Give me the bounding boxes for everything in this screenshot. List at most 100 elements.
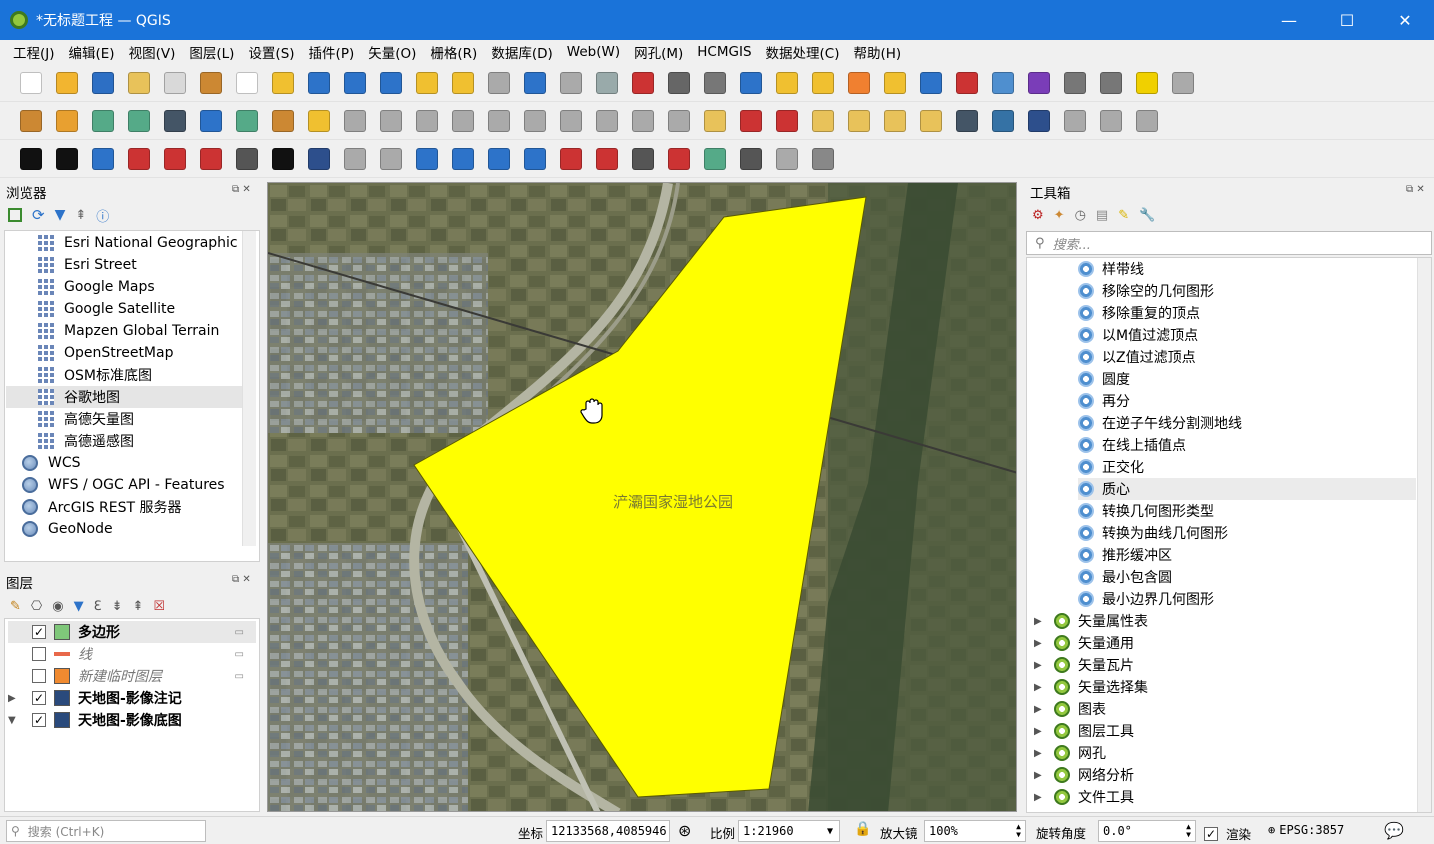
menu-view[interactable]: 视图(V) [129,42,176,62]
change-label-icon[interactable] [920,110,942,132]
select-location-icon[interactable] [884,72,906,94]
toolbox-group[interactable]: ▶ 矢量瓦片 [1034,654,1414,676]
expand-arrow-icon[interactable]: ▶ [1034,616,1054,627]
toolbox-algorithm[interactable]: 在线上插值点 [1078,434,1416,456]
add-xyz-icon[interactable] [236,110,258,132]
expand-arrow-icon[interactable]: ▶ [1034,726,1054,737]
copy-icon[interactable] [560,148,582,170]
toolbox-group[interactable]: ▶ 文件工具 [1034,786,1414,808]
toolbox-scrollbar[interactable] [1417,258,1431,812]
web-globe-icon[interactable] [740,148,762,170]
shape-icon[interactable] [308,148,330,170]
info-icon[interactable]: ⓘ [96,206,109,225]
toolbox-algorithm[interactable]: 正交化 [1078,456,1416,478]
show-labels-icon[interactable] [812,110,834,132]
menu-raster[interactable]: 栅格(R) [430,42,477,62]
toolbox-algorithm[interactable]: 转换为曲线几何图形 [1078,522,1416,544]
collapse-all-layers-icon[interactable]: ⇞ [133,599,144,614]
extents-toggle-icon[interactable]: ⊛ [678,821,691,840]
results-icon[interactable]: ▤ [1096,208,1108,223]
reverse-line-icon[interactable] [128,148,150,170]
data-source-manager-icon[interactable] [20,110,42,132]
zoom-next-icon[interactable] [560,72,582,94]
refresh-icon[interactable] [740,72,762,94]
filter-legend-icon[interactable]: ▼ [74,599,84,614]
annotation-icon[interactable] [1136,72,1158,94]
locator-icon[interactable] [1172,72,1194,94]
show-bookmarks-icon[interactable] [668,72,690,94]
menu-hcmgis[interactable]: HCMGIS [697,44,751,60]
messages-icon[interactable]: 💬 [1384,821,1404,840]
visibility-icon[interactable]: ◉ [52,599,63,614]
scale-feature-icon[interactable] [380,148,402,170]
remove-layer-icon[interactable]: ☒ [153,599,165,614]
select-by-value-icon[interactable] [812,72,834,94]
number-icon[interactable] [272,148,294,170]
browser-item[interactable]: 高德遥感图 [38,430,240,452]
layer-visibility-checkbox[interactable]: ✓ [32,713,46,727]
style-manager-icon[interactable]: ✎ [10,599,21,614]
stacked-layers-icon[interactable] [416,148,438,170]
hcmgis-icon[interactable] [956,110,978,132]
mesh-digitize-icon[interactable] [1064,110,1086,132]
add-selected-icon[interactable] [8,208,22,222]
redo-icon[interactable] [668,110,690,132]
layer-visibility-checkbox[interactable]: ✓ [32,691,46,705]
paste-features-icon[interactable] [596,110,618,132]
browser-scrollbar[interactable] [242,231,256,546]
lock-icon[interactable]: 🔒 [854,821,871,837]
move-label-icon[interactable] [848,110,870,132]
style-manager-icon[interactable] [200,72,222,94]
toolbox-group[interactable]: ▶ 矢量通用 [1034,632,1414,654]
vertex-tool-icon[interactable] [416,110,438,132]
scripts-icon[interactable]: ✦ [1054,208,1065,223]
attribute-table-icon[interactable] [956,72,978,94]
measure-area-icon[interactable] [668,148,690,170]
simplify-icon[interactable] [236,148,258,170]
browser-dock-buttons[interactable]: ⧉ ✕ [232,184,251,195]
browser-item[interactable]: WCS [22,452,240,474]
browser-item[interactable]: ArcGIS REST 服务器 [22,496,240,518]
toolbox-algorithm[interactable]: 推形缓冲区 [1078,544,1416,566]
locator-search-field[interactable]: ⚲ 搜索 (Ctrl+K) [6,820,206,842]
search-icon[interactable] [488,148,510,170]
models-icon[interactable]: ⚙ [1032,208,1044,223]
layer-visibility-checkbox[interactable] [32,669,46,683]
modify-attributes-icon[interactable] [452,110,474,132]
browser-item[interactable]: Esri Street [38,254,240,276]
processing-toolbox-icon[interactable] [992,72,1014,94]
add-wms-icon[interactable] [200,110,222,132]
new-spatialite-icon[interactable] [128,110,150,132]
toolbox-group[interactable]: ▶ 网孔 [1034,742,1414,764]
rotation-spinbox[interactable]: 0.0° ▲ ▼ [1098,820,1196,842]
offset-curve-icon[interactable] [200,148,222,170]
render-checkbox[interactable]: ✓ [1204,826,1218,841]
collapse-all-icon[interactable]: ⇞ [75,208,86,223]
browser-item[interactable]: 高德矢量图 [38,408,240,430]
menu-web[interactable]: Web(W) [567,44,620,60]
expand-arrow-icon[interactable]: ▼ [8,715,24,726]
new-geopackage-icon[interactable] [56,110,78,132]
close-button[interactable]: ✕ [1376,0,1434,40]
menu-plugins[interactable]: 插件(P) [309,42,355,62]
toolbox-algorithm[interactable]: 质心 [1078,478,1416,500]
toolbox-algorithm[interactable]: 圆度 [1078,368,1416,390]
menu-database[interactable]: 数据库(D) [491,42,552,62]
open-project-icon[interactable] [56,72,78,94]
new-print-layout-icon[interactable] [128,72,150,94]
toolbox-group[interactable]: ▶ 图层工具 [1034,720,1414,742]
expand-arrow-icon[interactable]: ▶ [1034,660,1054,671]
layer-row[interactable]: 线 ▭ [8,643,256,665]
expand-arrow-icon[interactable]: ▶ [1034,792,1054,803]
expand-arrow-icon[interactable]: ▶ [1034,682,1054,693]
toolbox-algorithm[interactable]: 样带线 [1078,258,1416,280]
toolbox-group[interactable]: ▶ 网络分析 [1034,764,1414,786]
python-console-icon[interactable] [992,110,1014,132]
toolbox-group[interactable]: ▶ 图表 [1034,698,1414,720]
layers-dock-buttons[interactable]: ⧉ ✕ [232,574,251,585]
expand-all-icon[interactable]: ⇟ [112,599,123,614]
select-features-icon[interactable] [776,72,798,94]
measure-distance-icon[interactable] [632,148,654,170]
filter-icon[interactable]: ▼ [55,207,66,223]
zoom-native-icon[interactable] [488,72,510,94]
